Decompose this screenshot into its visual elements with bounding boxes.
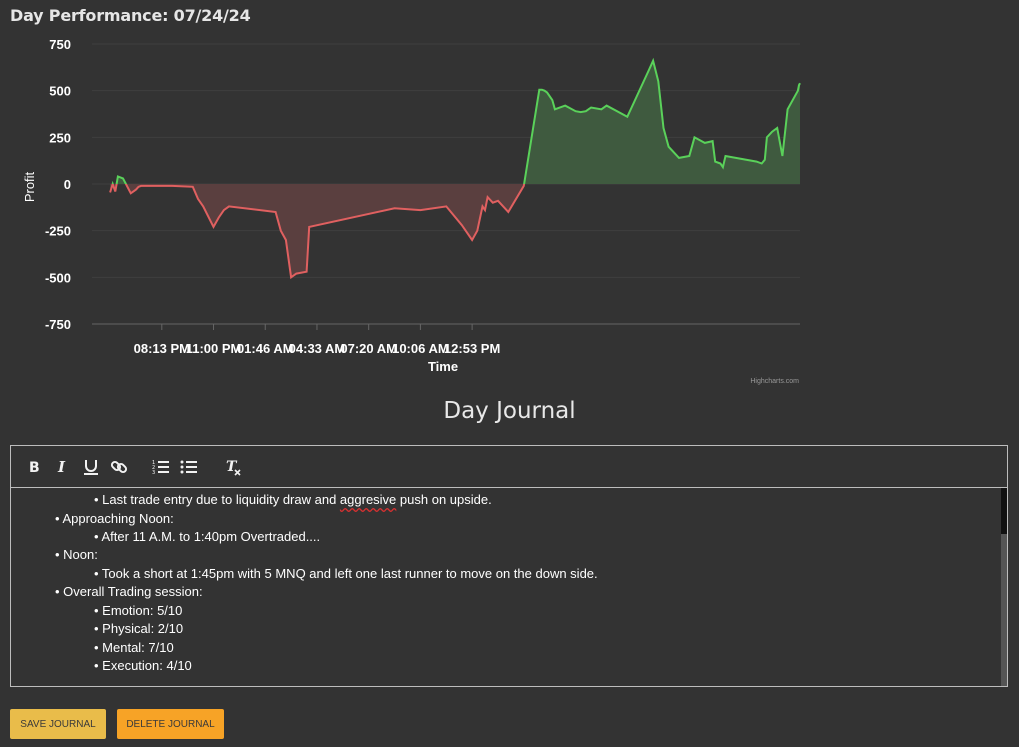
y-tick-label: -250 bbox=[45, 224, 71, 239]
x-tick-label: 08:13 PM bbox=[134, 341, 190, 356]
journal-line: • Mental: 7/10 bbox=[94, 640, 174, 655]
x-tick-label: 11:00 PM bbox=[186, 341, 242, 356]
clear-format-icon[interactable]: T bbox=[224, 458, 242, 476]
scrollbar-thumb[interactable] bbox=[1001, 488, 1007, 534]
delete-journal-button[interactable]: DELETE JOURNAL bbox=[117, 709, 224, 739]
journal-editor[interactable]: B I 123 T • Last trade entry due to liqu… bbox=[10, 445, 1008, 687]
x-axis-label: Time bbox=[428, 359, 458, 374]
journal-line: • After 11 A.M. to 1:40pm Overtraded.... bbox=[94, 529, 321, 544]
x-tick-label: 01:46 AM bbox=[237, 341, 294, 356]
editor-toolbar: B I 123 T bbox=[11, 446, 1007, 488]
y-tick-label: 500 bbox=[49, 84, 71, 99]
journal-content[interactable]: • Last trade entry due to liquidity draw… bbox=[11, 488, 1007, 686]
profit-area-positive bbox=[110, 60, 800, 184]
journal-line: • Emotion: 5/10 bbox=[94, 603, 183, 618]
svg-text:B: B bbox=[29, 460, 40, 476]
svg-text:T: T bbox=[226, 459, 238, 475]
bold-icon[interactable]: B bbox=[26, 458, 44, 476]
x-tick-label: 12:53 PM bbox=[444, 341, 500, 356]
bullet-list-icon[interactable] bbox=[180, 458, 198, 476]
underline-icon[interactable] bbox=[82, 458, 100, 476]
y-axis-ticks: 750 500 250 0 -250 -500 -750 bbox=[45, 37, 71, 332]
svg-text:I: I bbox=[57, 458, 66, 476]
link-icon[interactable] bbox=[110, 458, 128, 476]
journal-line: • Physical: 2/10 bbox=[94, 621, 184, 636]
journal-line: • Execution: 4/10 bbox=[94, 658, 192, 673]
profit-area-chart: 7505002500-250-500-750 08:13 PM11:00 PM0… bbox=[22, 37, 801, 385]
y-tick-label: 0 bbox=[64, 177, 71, 192]
journal-title: Day Journal bbox=[443, 398, 576, 424]
y-tick-label: 250 bbox=[49, 130, 71, 145]
y-tick-label: -750 bbox=[45, 317, 71, 332]
ordered-list-icon[interactable]: 123 bbox=[152, 458, 170, 476]
svg-text:3: 3 bbox=[152, 470, 155, 476]
journal-line: • Last trade entry due to liquidity draw… bbox=[94, 492, 492, 507]
italic-icon[interactable]: I bbox=[54, 458, 72, 476]
x-tick-label: 07:20 AM bbox=[340, 341, 397, 356]
page-title: Day Performance: 07/24/24 bbox=[10, 6, 251, 25]
journal-line: • Approaching Noon: bbox=[55, 511, 174, 526]
save-journal-button[interactable]: SAVE JOURNAL bbox=[10, 709, 106, 739]
x-tick-label: 04:33 AM bbox=[289, 341, 346, 356]
x-tick-label: 10:06 AM bbox=[392, 341, 449, 356]
y-axis-label: Profit bbox=[22, 171, 37, 202]
chart-areas bbox=[110, 60, 800, 278]
journal-line: • Noon: bbox=[55, 547, 98, 562]
y-tick-label: -500 bbox=[45, 270, 71, 285]
misspelled-word: aggresive bbox=[339, 492, 397, 507]
x-axis-ticks: 08:13 PM11:00 PM01:46 AM04:33 AM07:20 AM… bbox=[92, 323, 800, 356]
y-tick-label: 750 bbox=[49, 37, 71, 52]
journal-line: • Took a short at 1:45pm with 5 MNQ and … bbox=[94, 566, 598, 581]
chart-credits: Highcharts.com bbox=[750, 378, 799, 385]
journal-line: • Overall Trading session: bbox=[55, 584, 203, 599]
